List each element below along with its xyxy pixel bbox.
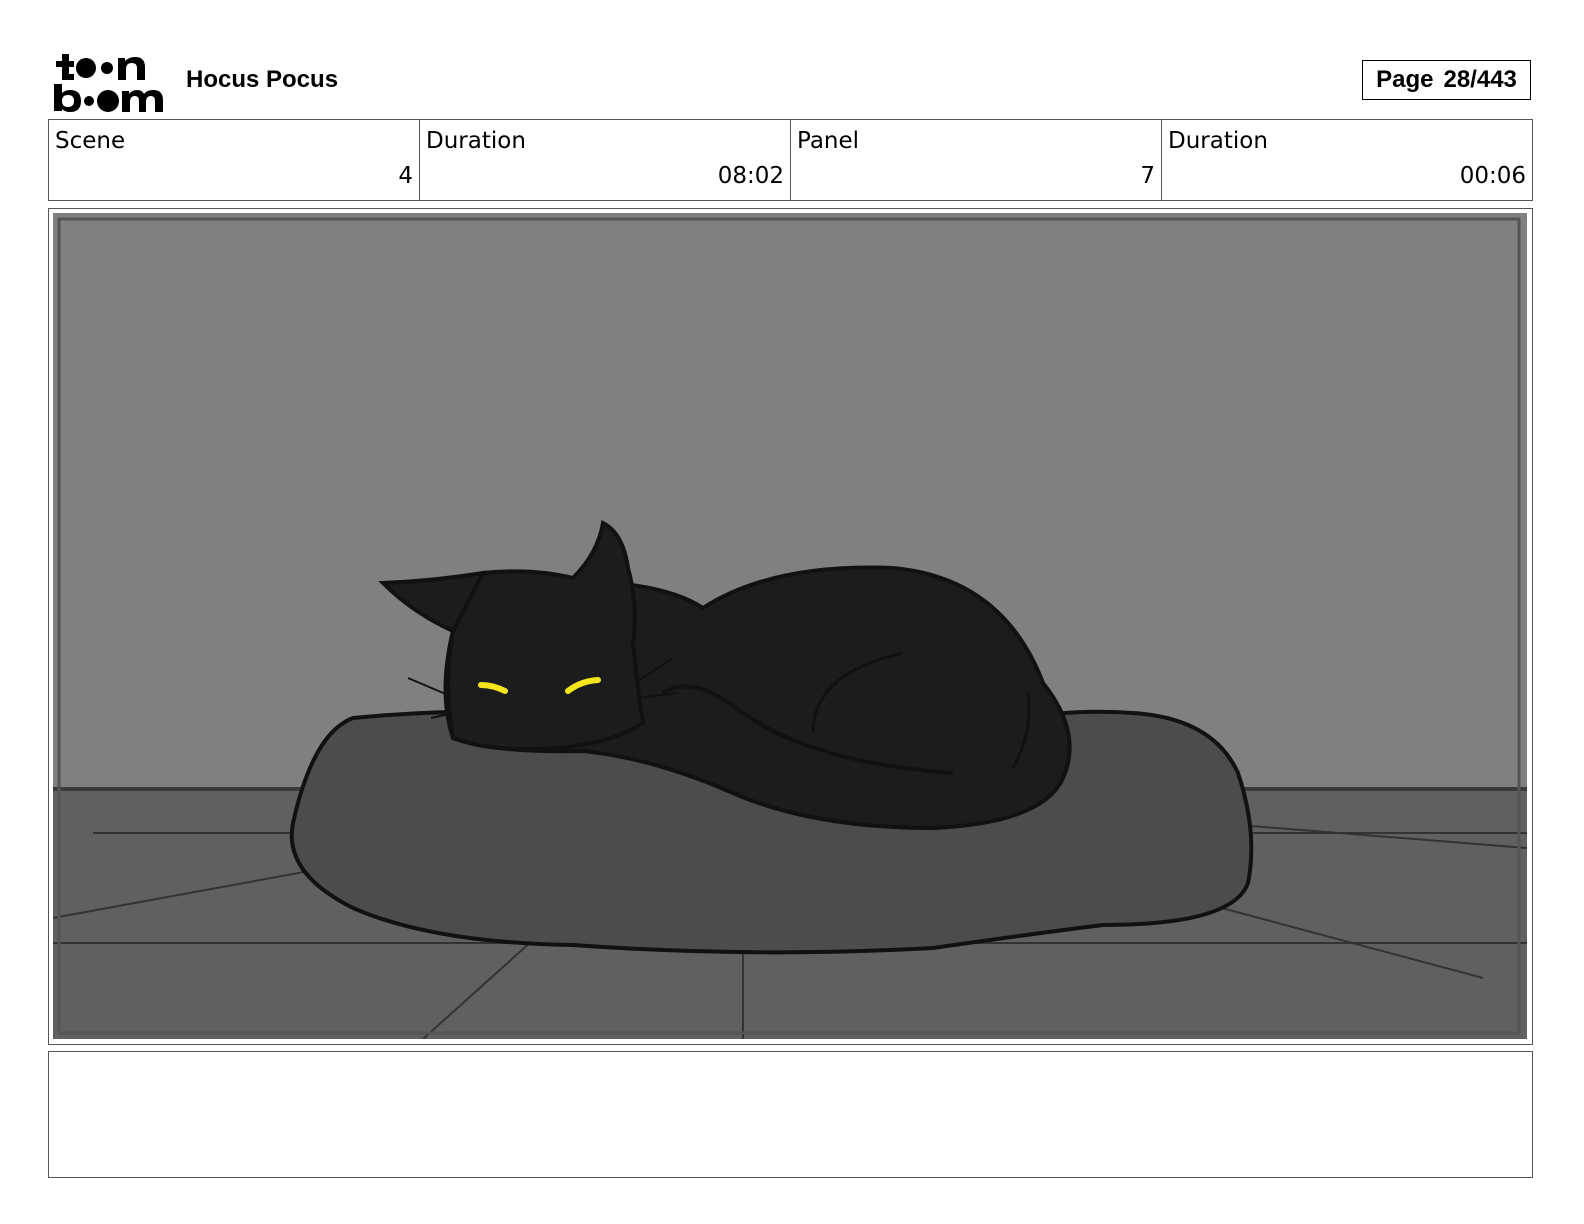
page-label: Page xyxy=(1376,66,1434,93)
page-indicator: Page 28/443 xyxy=(1362,60,1531,100)
panel-duration-value: 00:06 xyxy=(1459,163,1526,189)
scene-duration-value: 08:02 xyxy=(717,163,784,189)
project-title: Hocus Pocus xyxy=(186,66,339,93)
page-number: 28/443 xyxy=(1443,66,1517,93)
panel-duration-label: Duration xyxy=(1168,128,1268,154)
panel-notes xyxy=(48,1051,1533,1178)
toon-boom-logo xyxy=(54,54,163,112)
panel-duration-cell: Duration 00:06 xyxy=(1162,120,1532,200)
panel-value: 7 xyxy=(1140,163,1155,189)
scene-cell: Scene 4 xyxy=(49,120,420,200)
panel-label: Panel xyxy=(797,128,860,154)
scene-duration-cell: Duration 08:02 xyxy=(420,120,791,200)
scene-value: 4 xyxy=(398,163,413,189)
scene-duration-label: Duration xyxy=(426,128,526,154)
scene-info-table: Scene 4 Duration 08:02 Panel 7 Duration … xyxy=(48,119,1533,201)
scene-label: Scene xyxy=(55,128,126,154)
storyboard-panel xyxy=(48,208,1533,1045)
panel-drawing xyxy=(53,213,1527,1039)
panel-cell: Panel 7 xyxy=(791,120,1162,200)
